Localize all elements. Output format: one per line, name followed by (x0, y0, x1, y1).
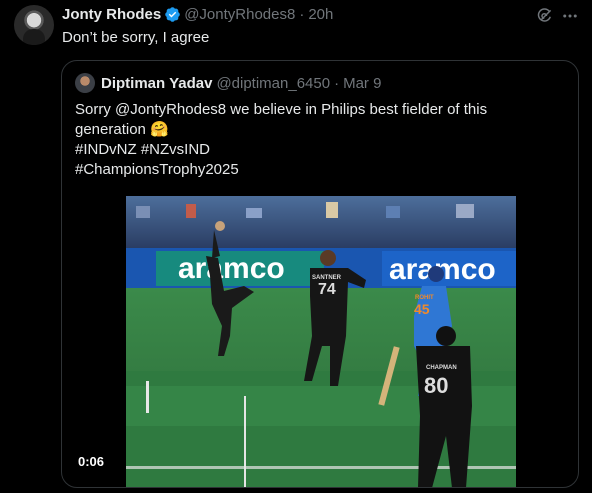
jersey-name: CHAPMAN (426, 365, 457, 371)
quoted-tweet-header: Diptiman Yadav @diptiman_6450 · Mar 9 (75, 73, 381, 93)
author-handle[interactable]: @JontyRhodes8 (184, 6, 295, 23)
more-icon[interactable] (561, 7, 579, 25)
quoted-tweet-text: Sorry @JontyRhodes8 we believe in Philip… (75, 100, 570, 180)
author-name[interactable]: Jonty Rhodes (62, 6, 161, 23)
video-frame: aramco aramco SANTNER 74 (126, 196, 516, 487)
author-avatar[interactable] (14, 5, 54, 45)
jersey-number: 74 (318, 281, 336, 298)
board-text: aramco (178, 252, 285, 285)
hashtag-line: #ChampionsTrophy2025 (75, 161, 239, 178)
jersey-number: 80 (424, 373, 448, 398)
tweet-text: Don’t be sorry, I agree (62, 29, 210, 46)
quoted-text-line-2: generation 🤗 (75, 120, 570, 140)
tweet-header: Jonty Rhodes @JontyRhodes8 · 20h (62, 6, 333, 23)
quoted-author-name: Diptiman Yadav (101, 74, 213, 92)
separator-dot: · (299, 6, 305, 23)
jersey-number: 45 (414, 301, 430, 317)
quoted-tweet-card[interactable]: Diptiman Yadav @diptiman_6450 · Mar 9 So… (61, 60, 579, 488)
quoted-author-handle: @diptiman_6450 (216, 74, 331, 92)
quoted-author-avatar (75, 73, 95, 93)
quoted-text-line: Sorry @JontyRhodes8 we believe in Philip… (75, 101, 488, 118)
hashtag-line: #INDvNZ #NZvsIND (75, 141, 211, 158)
video-duration: 0:06 (78, 454, 105, 469)
grok-icon[interactable] (536, 7, 554, 25)
quoted-tweet-timestamp: Mar 9 (343, 74, 382, 92)
tweet-timestamp[interactable]: 20h (308, 6, 333, 23)
separator-dot: · (334, 74, 340, 92)
verified-badge-icon (164, 6, 181, 23)
hugging-face-emoji: 🤗 (150, 121, 169, 138)
quoted-text-word: generation (75, 121, 146, 138)
video-player[interactable]: aramco aramco SANTNER 74 (126, 196, 516, 487)
